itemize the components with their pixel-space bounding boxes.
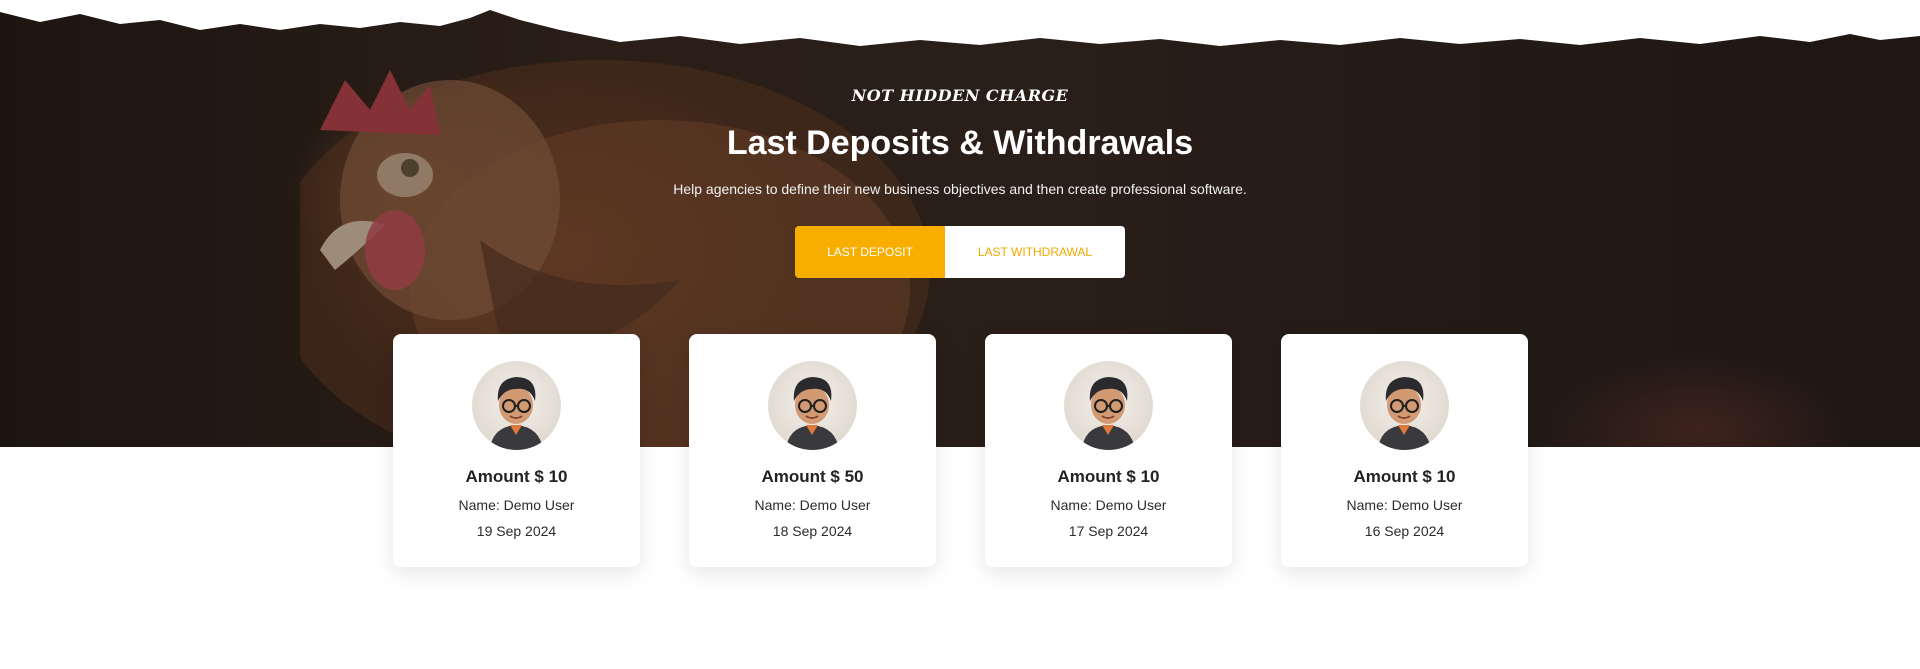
deposit-card: Amount $ 10 Name: Demo User 19 Sep 2024 [393,334,640,567]
tab-last-withdrawal[interactable]: LAST WITHDRAWAL [945,226,1125,278]
card-date: 19 Sep 2024 [476,523,557,539]
card-amount: Amount $ 10 [1353,467,1456,486]
deposit-card: Amount $ 10 Name: Demo User 16 Sep 2024 [1281,334,1528,567]
card-amount: Amount $ 10 [465,467,568,486]
card-amount: Amount $ 10 [1057,467,1160,486]
section-title: Last Deposits & Withdrawals [726,124,1194,162]
deposit-card: Amount $ 10 Name: Demo User 17 Sep 2024 [985,334,1232,567]
card-amount: Amount $ 50 [761,467,864,486]
avatar-icon [1360,361,1449,450]
deposit-card: Amount $ 50 Name: Demo User 18 Sep 2024 [689,334,936,567]
section-subtitle: Help agencies to define their new busine… [673,181,1247,197]
card-date: 17 Sep 2024 [1068,523,1149,539]
section-eyebrow: NOT HIDDEN CHARGE [851,86,1069,105]
tab-last-deposit[interactable]: LAST DEPOSIT [795,226,945,278]
torn-paper-edge [0,0,1920,46]
card-date: 16 Sep 2024 [1364,523,1445,539]
card-name: Name: Demo User [754,497,871,513]
card-name: Name: Demo User [458,497,575,513]
avatar-icon [768,361,857,450]
deposit-withdrawal-tabs: LAST DEPOSIT LAST WITHDRAWAL [795,226,1125,278]
card-name: Name: Demo User [1050,497,1167,513]
card-name: Name: Demo User [1346,497,1463,513]
avatar-icon [472,361,561,450]
avatar-icon [1064,361,1153,450]
card-date: 18 Sep 2024 [772,523,853,539]
hero-banner [0,0,1920,447]
